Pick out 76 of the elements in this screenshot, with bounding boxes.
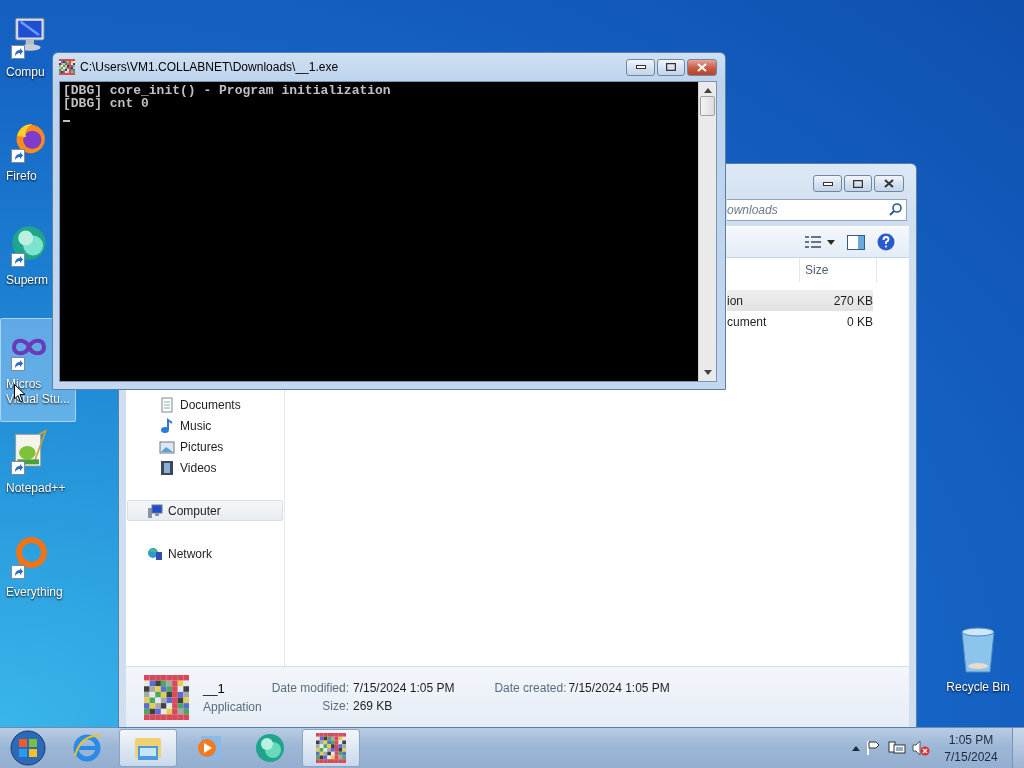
minimize-button[interactable] xyxy=(813,175,842,192)
window-title: C:\Users\VM1.COLLABNET\Downloads\__1.exe xyxy=(80,60,340,74)
pixel-pattern-icon xyxy=(316,733,346,763)
taskbar-button[interactable] xyxy=(302,729,360,767)
list-view-icon xyxy=(805,236,821,248)
scroll-up-icon xyxy=(703,88,712,93)
table-cell-text: 270 KB xyxy=(832,293,873,308)
property-value: 7/15/2024 1:05 PM xyxy=(353,681,455,695)
scrollbar-thumb[interactable] xyxy=(700,96,715,116)
clock[interactable]: 1:05 PM 7/15/2024 xyxy=(936,732,1006,764)
trash-bin-icon xyxy=(958,626,998,674)
file-thumbnail-icon xyxy=(144,674,189,720)
desktop-shortcut[interactable]: Recycle Bin xyxy=(938,626,1018,694)
windows-orb-icon xyxy=(9,730,46,766)
close-icon xyxy=(884,179,894,188)
flag-icon xyxy=(866,740,882,756)
maximize-button[interactable] xyxy=(844,175,872,192)
table-cell-text: cument xyxy=(727,314,768,329)
pane-icon xyxy=(847,234,865,250)
property-label: Date modified: xyxy=(270,681,349,695)
minimize-button[interactable] xyxy=(626,58,655,76)
desktop-shortcut[interactable]: Superm xyxy=(0,214,51,318)
sphere-icon xyxy=(254,732,286,764)
close-icon xyxy=(697,62,707,72)
nav-item[interactable]: Documents xyxy=(127,394,283,415)
view-options-button[interactable] xyxy=(803,234,837,250)
preview-pane-button[interactable] xyxy=(845,232,867,252)
maximize-button[interactable] xyxy=(657,58,685,76)
scroll-down-icon xyxy=(703,370,712,375)
file-row[interactable]: ion 270 KB xyxy=(727,290,873,311)
table-cell-text: 0 KB xyxy=(846,314,873,329)
file-type: Application xyxy=(203,699,263,714)
column-header[interactable]: Size xyxy=(799,258,877,282)
caret-icon xyxy=(827,239,835,245)
minimize-icon xyxy=(635,65,646,69)
close-button[interactable] xyxy=(874,175,904,192)
show-hidden-icons-button[interactable] xyxy=(852,745,860,751)
speaker-muted-icon xyxy=(912,740,930,756)
nav-item[interactable]: Computer xyxy=(127,500,283,521)
picture-icon xyxy=(159,438,175,455)
table-cell-text: ion xyxy=(727,293,744,308)
file-name: __1 xyxy=(203,680,226,696)
up-arrow-icon xyxy=(852,745,860,751)
tray-button[interactable] xyxy=(866,740,882,756)
search-field[interactable]: ownloads xyxy=(727,199,907,221)
help-icon xyxy=(877,233,895,251)
tray-button[interactable] xyxy=(912,740,930,756)
film-icon xyxy=(159,459,175,476)
maximize-icon xyxy=(666,63,676,71)
tray-button[interactable] xyxy=(888,740,906,756)
nav-item[interactable]: Network xyxy=(127,543,283,564)
console-line: [DBG] core_init() - Program initialization xyxy=(63,85,392,98)
help-button[interactable] xyxy=(875,231,897,253)
document-icon xyxy=(159,396,175,413)
property-label: Date created: xyxy=(494,681,565,695)
maximize-icon xyxy=(853,179,863,188)
minimize-icon xyxy=(822,181,833,186)
search-icon xyxy=(889,203,902,216)
computer-icon xyxy=(147,502,163,519)
network-icon xyxy=(147,545,163,562)
network-monitor-icon xyxy=(888,740,906,756)
pixel-pattern-icon xyxy=(59,59,75,75)
nav-item[interactable]: Pictures xyxy=(127,436,283,457)
music-note-icon xyxy=(159,417,175,434)
console-line: [DBG] cnt 0 xyxy=(63,97,149,110)
desktop-shortcut[interactable]: Firefo xyxy=(0,110,50,214)
nav-item[interactable]: Music xyxy=(127,415,283,436)
globe-e-icon xyxy=(71,732,103,764)
text-cursor xyxy=(63,120,70,122)
property-label: Size: xyxy=(321,699,349,713)
file-row[interactable]: cument 0 KB xyxy=(727,311,873,332)
property-value: 269 KB xyxy=(353,699,394,713)
close-button[interactable] xyxy=(687,58,717,76)
nav-item[interactable]: Videos xyxy=(127,457,283,478)
property-value: 7/15/2024 1:05 PM xyxy=(568,681,670,695)
desktop-shortcut[interactable]: Compu xyxy=(0,6,50,110)
